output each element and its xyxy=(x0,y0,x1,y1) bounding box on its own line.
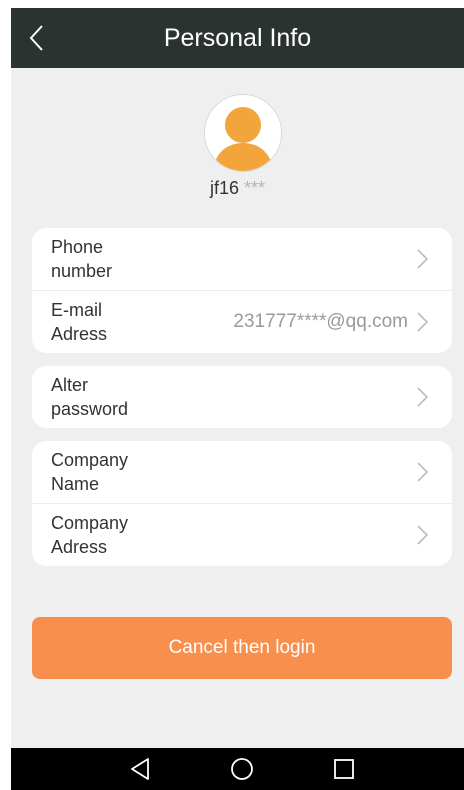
chevron-right-icon xyxy=(417,249,429,269)
cancel-then-login-button[interactable]: Cancel then login xyxy=(32,617,452,679)
row-company-address[interactable]: Company Adress xyxy=(32,503,452,566)
row-alter-password[interactable]: Alter password xyxy=(32,366,452,428)
nav-back-button[interactable] xyxy=(126,754,156,784)
row-label: E-mail Adress xyxy=(51,300,108,344)
square-recents-icon xyxy=(334,759,354,779)
row-label: Company Adress xyxy=(51,513,129,557)
nav-home-button[interactable] xyxy=(227,754,257,784)
password-card: Alter password xyxy=(32,366,452,428)
username-mask: *** xyxy=(244,178,266,198)
row-value: 231777****@qq.com xyxy=(233,311,408,332)
row-label: Alter password xyxy=(51,375,129,419)
app-screen: Personal Info jf16 *** Phone number E-ma… xyxy=(11,8,464,790)
chevron-right-icon xyxy=(417,462,429,482)
nav-recents-button[interactable] xyxy=(329,754,359,784)
back-button[interactable] xyxy=(25,20,55,56)
row-email-address[interactable]: E-mail Adress 231777****@qq.com xyxy=(32,290,452,353)
circle-home-icon xyxy=(231,758,253,780)
row-label: Phone number xyxy=(51,237,113,281)
avatar[interactable] xyxy=(204,94,282,172)
chevron-right-icon xyxy=(417,312,429,332)
username: jf16 *** xyxy=(11,178,464,199)
row-label: Company Name xyxy=(51,450,129,494)
chevron-right-icon xyxy=(417,387,429,407)
page-title: Personal Info xyxy=(163,24,312,52)
company-card: Company Name Company Adress xyxy=(32,441,452,566)
header-bar: Personal Info xyxy=(11,8,464,68)
user-avatar-icon xyxy=(213,107,273,171)
account-card: Phone number E-mail Adress 231777****@qq… xyxy=(32,228,452,353)
chevron-right-icon xyxy=(417,525,429,545)
system-navigation-bar xyxy=(11,748,464,790)
chevron-left-icon xyxy=(29,25,43,51)
row-company-name[interactable]: Company Name xyxy=(32,441,452,503)
triangle-back-icon xyxy=(131,758,149,780)
username-text: jf16 xyxy=(209,178,239,198)
row-phone-number[interactable]: Phone number xyxy=(32,228,452,290)
